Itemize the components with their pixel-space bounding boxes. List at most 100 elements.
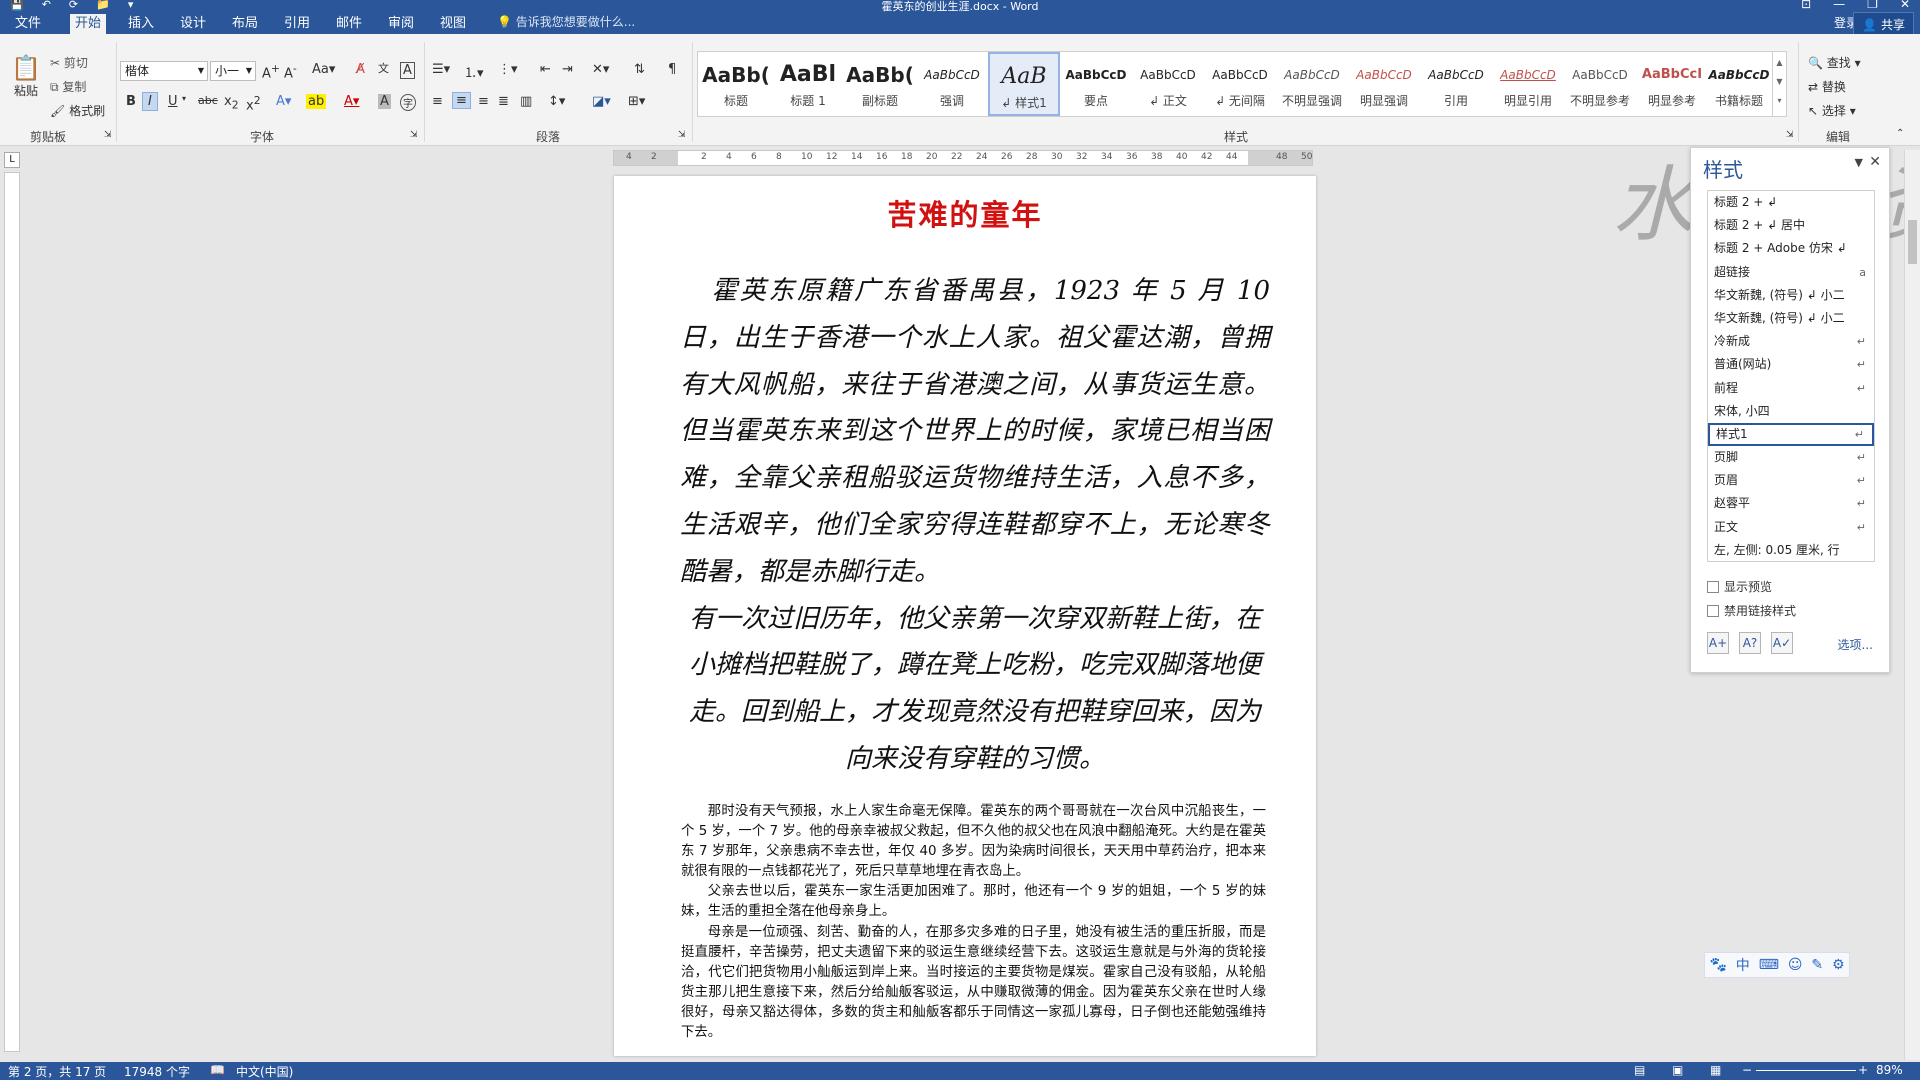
distributed-icon[interactable]: ▥ [520, 94, 532, 109]
superscript-icon[interactable]: x2 [246, 94, 261, 113]
tab-layout[interactable]: 布局 [228, 14, 262, 34]
format-painter-button[interactable]: 🖌 格式刷 [50, 102, 105, 119]
align-center-icon[interactable]: ≡ [452, 92, 471, 109]
chevron-up-icon[interactable]: ▲ [1773, 58, 1786, 67]
tab-review[interactable]: 审阅 [384, 14, 418, 34]
font-color-icon[interactable]: A▾ [344, 94, 359, 109]
disable-linked-checkbox[interactable]: 禁用链接样式 [1707, 602, 1796, 619]
style-list-item[interactable]: 前程 ↵ [1708, 377, 1874, 400]
gallery-more-icon[interactable]: ▾ [1773, 96, 1786, 105]
style-list-item[interactable]: 标题 2 + Adobe 仿宋 ↲ [1708, 237, 1874, 260]
tab-file[interactable]: 文件 [0, 14, 56, 34]
clear-format-icon[interactable]: A̸ [356, 62, 365, 77]
style-list-item[interactable]: 赵蓉平 ↵ [1708, 492, 1874, 515]
strikethrough-icon[interactable]: abc [198, 94, 218, 107]
gallery-style-strong[interactable]: AaBbCcD 要点 [1060, 52, 1132, 116]
restore-icon[interactable]: ❐ [1867, 0, 1878, 11]
proofing-icon[interactable]: 📖 [210, 1063, 225, 1077]
gallery-style-intense-reference[interactable]: AaBbCcI 明显参考 [1636, 52, 1708, 116]
page-count[interactable]: 第 2 页，共 17 页 [8, 1063, 106, 1080]
tab-view[interactable]: 视图 [436, 14, 470, 34]
chinese-layout-icon[interactable]: ✕▾ [592, 62, 609, 77]
style-list-item[interactable]: 左, 左侧: 0.05 厘米, 行 [1708, 539, 1874, 561]
tab-insert[interactable]: 插入 [124, 14, 158, 34]
style-list-item[interactable]: 正文 ↵ [1708, 516, 1874, 539]
zoom-out-icon[interactable]: − [1742, 1063, 1752, 1077]
gallery-style-subtle-emphasis[interactable]: AaBbCcD 不明显强调 [1276, 52, 1348, 116]
zoom-level[interactable]: 89% [1876, 1063, 1903, 1077]
chinese-mode-icon[interactable]: 中 [1736, 955, 1750, 975]
horizontal-ruler[interactable]: 4 2 2 4 6 8 10 12 14 16 18 20 22 24 26 28 30 32 34 36 38 40 42… [613, 150, 1313, 166]
gallery-style-subtitle[interactable]: AaBb(副标题 [844, 52, 916, 116]
scrollbar-thumb[interactable] [1908, 220, 1917, 264]
style-inspector-icon[interactable]: A? [1739, 632, 1761, 654]
align-right-icon[interactable]: ≡ [478, 94, 489, 109]
style-list-item[interactable]: 华文新魏, (符号) ↲ 小二 [1708, 307, 1874, 330]
minimize-icon[interactable]: — [1833, 0, 1845, 11]
print-layout-icon[interactable]: ▣ [1672, 1063, 1683, 1077]
handwriting-icon[interactable]: ✎ [1811, 957, 1823, 973]
vertical-scrollbar[interactable] [1904, 150, 1920, 1060]
font-size-combo[interactable]: 小一 ▼ [210, 61, 256, 81]
select-button[interactable]: ↖ 选择 ▾ [1808, 102, 1856, 119]
style-list-item[interactable]: 冷新成 ↵ [1708, 330, 1874, 353]
highlight-icon[interactable]: ab [306, 94, 327, 109]
find-button[interactable]: 🔍 查找 ▾ [1808, 54, 1861, 71]
chevron-down-icon[interactable]: ▼ [1855, 156, 1863, 169]
phonetic-guide-icon[interactable]: 文 [378, 60, 389, 76]
chevron-down-icon[interactable]: ▼ [1773, 77, 1786, 86]
style-list-item[interactable]: 页眉 ↵ [1708, 469, 1874, 492]
line-spacing-icon[interactable]: ↕▾ [548, 94, 565, 109]
word-count[interactable]: 17948 个字 [124, 1063, 190, 1080]
style-list-item[interactable]: 标题 2 + ↲ 居中 [1708, 214, 1874, 237]
align-left-icon[interactable]: ≡ [432, 94, 443, 109]
gallery-style-intense-emphasis[interactable]: AaBbCcD 明显强调 [1348, 52, 1420, 116]
language[interactable]: 中文(中国) [236, 1063, 293, 1080]
shrink-font-icon[interactable]: A- [284, 62, 297, 81]
close-icon[interactable]: ✕ [1900, 0, 1910, 11]
numbering-icon[interactable]: ⒈▾ [464, 62, 484, 81]
replace-button[interactable]: ⇄ 替换 [1808, 78, 1846, 95]
zoom-in-icon[interactable]: + [1858, 1063, 1868, 1077]
grow-font-icon[interactable]: A+ [262, 62, 280, 81]
gallery-style-nospacing[interactable]: AaBbCcD ↲ 无间隔 [1204, 52, 1276, 116]
enclose-char-icon[interactable]: 字 [400, 94, 416, 111]
sort-icon[interactable]: ⇅ [634, 62, 645, 77]
tab-design[interactable]: 设计 [176, 14, 210, 34]
paste-button[interactable]: 📋 粘贴 [8, 54, 44, 99]
show-preview-checkbox[interactable]: 显示预览 [1707, 578, 1772, 595]
char-border-icon[interactable]: A [400, 62, 415, 79]
vertical-ruler[interactable] [4, 172, 20, 1052]
underline-icon[interactable]: U [168, 94, 178, 109]
style-list-item[interactable]: 样式1 ↵ [1708, 422, 1874, 447]
show-marks-icon[interactable]: ¶ [668, 62, 676, 77]
gallery-style-emphasis[interactable]: AaBbCcD 强调 [916, 52, 988, 116]
settings-icon[interactable]: ⚙ [1832, 957, 1845, 973]
web-layout-icon[interactable]: ▦ [1710, 1063, 1721, 1077]
options-link[interactable]: 选项... [1838, 636, 1873, 653]
read-mode-icon[interactable]: ▤ [1634, 1063, 1645, 1077]
italic-icon[interactable]: I [142, 92, 158, 111]
borders-icon[interactable]: ⊞▾ [628, 94, 645, 109]
bullets-icon[interactable]: ☰▾ [432, 62, 450, 77]
clipboard-launcher-icon[interactable]: ⇲ [104, 130, 112, 140]
document-page[interactable]: 苦难的童年 霍英东原籍广东省番禺县，1923 年 5 月 10 日，出生于香港一… [614, 176, 1316, 1056]
multilevel-list-icon[interactable]: ⋮▾ [498, 62, 518, 77]
gallery-style-title[interactable]: AaBb(标题 [700, 52, 772, 116]
gallery-style-quote[interactable]: AaBbCcD 引用 [1420, 52, 1492, 116]
gallery-scroll[interactable]: ▲ ▼ ▾ [1772, 52, 1786, 116]
underline-dropdown-icon[interactable]: ▾ [182, 94, 186, 103]
style-list-item[interactable]: 普通(网站) ↵ [1708, 353, 1874, 376]
paragraph-launcher-icon[interactable]: ⇲ [678, 130, 686, 140]
gallery-style-subtle-reference[interactable]: AaBbCcD 不明显参考 [1564, 52, 1636, 116]
shading-icon[interactable]: ◪▾ [592, 94, 611, 109]
tab-mailings[interactable]: 邮件 [332, 14, 366, 34]
gallery-style-heading1[interactable]: AaBl 标题 1 [772, 52, 844, 116]
subscript-icon[interactable]: x2 [224, 94, 239, 112]
tell-me-input[interactable]: 💡 告诉我您想要做什么... [497, 13, 635, 30]
style-list-item[interactable]: 华文新魏, (符号) ↲ 小二 [1708, 284, 1874, 307]
tab-home[interactable]: 开始 [70, 14, 106, 34]
decrease-indent-icon[interactable]: ⇤ [540, 62, 551, 77]
gallery-style-intense-quote[interactable]: AaBbCcD 明显引用 [1492, 52, 1564, 116]
gallery-style-normal[interactable]: AaBbCcD ↲ 正文 [1132, 52, 1204, 116]
